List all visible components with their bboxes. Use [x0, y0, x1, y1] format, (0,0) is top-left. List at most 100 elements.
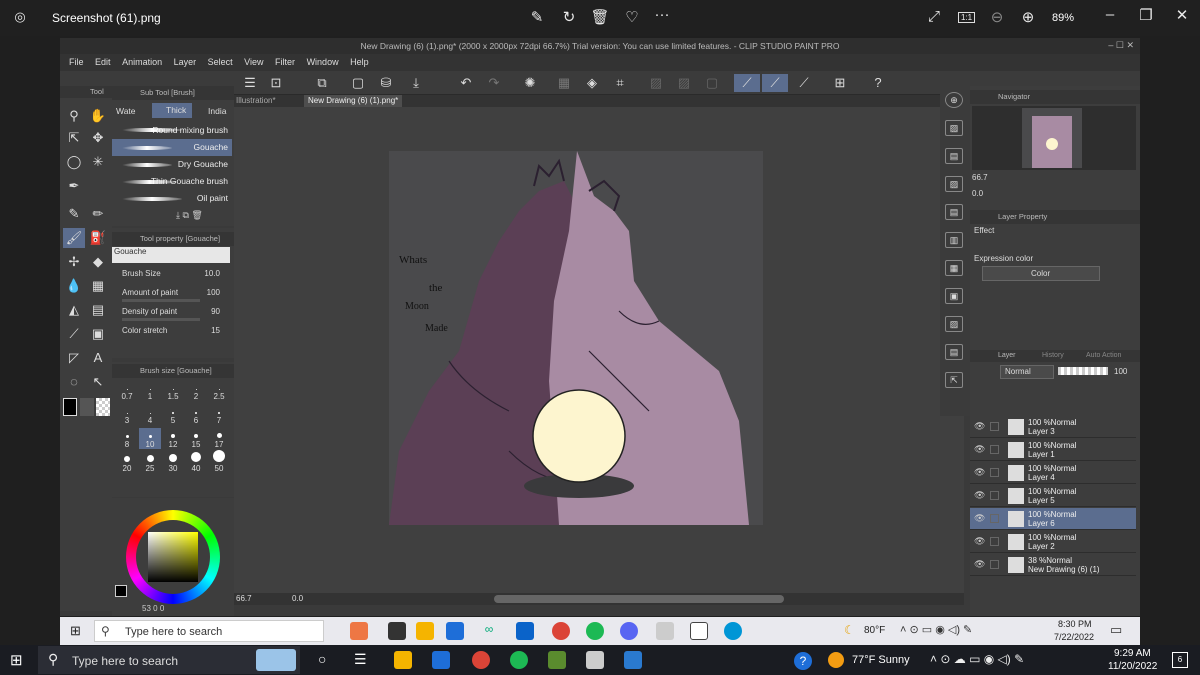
- inner-date[interactable]: 7/22/2022: [1054, 632, 1094, 642]
- fill-icon[interactable]: ◈: [582, 74, 602, 92]
- subtool-tab-thick[interactable]: Thick: [152, 103, 192, 118]
- layer-row[interactable]: 👁 100 %Normal Layer 3: [970, 416, 1136, 438]
- transform-icon[interactable]: ▦: [554, 74, 574, 92]
- lock-toggle[interactable]: [990, 514, 999, 523]
- eraser-tool-icon[interactable]: ◆: [87, 252, 109, 272]
- visibility-eye-icon[interactable]: 👁: [974, 536, 985, 547]
- lock-toggle[interactable]: [990, 445, 999, 454]
- brush-item[interactable]: Round mixing brush: [112, 122, 232, 139]
- lock-toggle[interactable]: [990, 491, 999, 500]
- brush-size-option[interactable]: 1.5: [162, 380, 184, 401]
- chrome-icon[interactable]: [552, 622, 570, 640]
- hp-icon[interactable]: [724, 622, 742, 640]
- export-icon[interactable]: ⇱: [945, 372, 963, 388]
- visibility-eye-icon[interactable]: 👁: [974, 421, 985, 432]
- brush-size-option[interactable]: 8: [116, 428, 138, 449]
- brush-size-option[interactable]: 7: [208, 404, 230, 425]
- snap-special-icon[interactable]: ⟋: [762, 74, 788, 92]
- color-history-icon[interactable]: ▤: [945, 344, 963, 360]
- approx-color-icon[interactable]: ▨: [945, 316, 963, 332]
- brush-item[interactable]: Thin Gouache brush: [112, 173, 232, 190]
- transparent-color-swatch[interactable]: [96, 398, 110, 416]
- layer-search-icon[interactable]: ▨: [945, 120, 963, 136]
- figure-tool-icon[interactable]: ⟋: [63, 324, 85, 344]
- settings-icon[interactable]: ⊞: [830, 74, 850, 92]
- pen-tool-icon[interactable]: ✎: [63, 204, 85, 224]
- fullscreen-icon[interactable]: ⤢: [922, 8, 946, 25]
- rotate-icon[interactable]: ↻: [557, 8, 581, 26]
- zoom-in-icon[interactable]: ⊕: [1016, 8, 1040, 26]
- tray-icons[interactable]: ˄ ⊙ ▭ ◉ ◁) ✎: [900, 623, 972, 636]
- prop-density-of-paint[interactable]: Density of paint 90: [122, 307, 232, 316]
- visibility-eye-icon[interactable]: 👁: [974, 490, 985, 501]
- expression-color-dropdown[interactable]: Color: [982, 266, 1100, 281]
- fill-bucket-icon[interactable]: ◭: [63, 300, 85, 320]
- layer-row[interactable]: 👁 100 %Normal Layer 2: [970, 531, 1136, 553]
- item-bank-icon[interactable]: ▨: [945, 176, 963, 192]
- brush-size-option[interactable]: 20: [116, 452, 138, 473]
- outer-date[interactable]: 11/20/2022: [1108, 661, 1157, 672]
- brush-size-option[interactable]: 0.7: [116, 380, 138, 401]
- zoom-out-icon[interactable]: ⊖: [985, 8, 1009, 26]
- menu-icon[interactable]: ☰: [240, 74, 260, 92]
- busy-icon[interactable]: ✺: [520, 74, 540, 92]
- maximize-icon[interactable]: ❐: [1134, 6, 1158, 24]
- subtool-tab-watercolor[interactable]: Wate: [116, 106, 136, 116]
- lasso-tool-icon[interactable]: ◯: [63, 152, 85, 172]
- brush-size-option[interactable]: 25: [139, 452, 161, 473]
- blend-tool-icon[interactable]: 💧: [63, 276, 85, 296]
- pencil-tool-icon[interactable]: ✏: [87, 204, 109, 224]
- operation-tool-icon[interactable]: ⇱: [63, 128, 85, 148]
- info-icon[interactable]: ▥: [945, 232, 963, 248]
- brush-size-option[interactable]: 2: [185, 380, 207, 401]
- opacity-value[interactable]: 100: [1114, 367, 1127, 376]
- brush-item[interactable]: Gouache: [112, 139, 232, 156]
- new-icon[interactable]: ⊡: [266, 74, 286, 92]
- store-icon[interactable]: [432, 651, 450, 669]
- actual-size-button[interactable]: 1:1: [958, 12, 976, 23]
- lock-toggle[interactable]: [990, 560, 999, 569]
- lock-toggle[interactable]: [990, 422, 999, 431]
- artwork-canvas[interactable]: Whats the Moon Made: [389, 151, 763, 525]
- magic-wand-icon[interactable]: ✳: [87, 152, 109, 172]
- minimize-icon[interactable]: –: [1098, 6, 1122, 23]
- hand-tool-icon[interactable]: ✋: [87, 106, 109, 126]
- favorite-heart-icon[interactable]: ♡: [620, 8, 644, 26]
- taskbar-app-icon[interactable]: [350, 622, 368, 640]
- inner-temp[interactable]: 80°F: [864, 625, 885, 636]
- taskbar-app-icon[interactable]: [656, 622, 674, 640]
- navigator-preview[interactable]: [972, 106, 1136, 170]
- tab-layer[interactable]: Layer: [998, 352, 1016, 359]
- taskbar-app-icon[interactable]: [388, 622, 406, 640]
- minecraft-icon[interactable]: [548, 651, 566, 669]
- layer-row[interactable]: 👁 100 %Normal Layer 6: [970, 508, 1136, 530]
- tab-new-drawing[interactable]: New Drawing (6) (1).png*: [304, 95, 403, 107]
- subtool-actions[interactable]: ⤓ ⧉ 🗑: [176, 210, 203, 221]
- saturation-value-square[interactable]: [148, 532, 198, 582]
- prop-amount-of-paint[interactable]: Amount of paint 100: [122, 288, 232, 297]
- layer-row[interactable]: 👁 100 %Normal Layer 1: [970, 439, 1136, 461]
- menu-edit[interactable]: Edit: [95, 54, 111, 71]
- fill-tool-icon[interactable]: ▦: [87, 276, 109, 296]
- nav-angle-value[interactable]: 0.0: [972, 189, 983, 198]
- inner-time[interactable]: 8:30 PM: [1058, 619, 1092, 629]
- frame-tool-icon[interactable]: ▣: [87, 324, 109, 344]
- help-icon[interactable]: ?: [794, 652, 812, 670]
- outer-weather[interactable]: 77°F Sunny: [852, 654, 910, 666]
- brush-item[interactable]: Oil paint: [112, 190, 232, 207]
- tray-icons[interactable]: ˄ ⊙ ☁ ▭ ◉ ◁) ✎: [930, 652, 1024, 666]
- visibility-eye-icon[interactable]: 👁: [974, 444, 985, 455]
- visibility-eye-icon[interactable]: 👁: [974, 559, 985, 570]
- close-icon[interactable]: ✕: [1170, 6, 1194, 24]
- correct-line-icon[interactable]: ↖: [87, 372, 109, 392]
- ruler-tool-icon[interactable]: ◸: [63, 348, 85, 368]
- sub-color-swatch[interactable]: [80, 398, 94, 416]
- roblox-icon[interactable]: [586, 651, 604, 669]
- gradient-tool-icon[interactable]: ▤: [87, 300, 109, 320]
- menu-window[interactable]: Window: [307, 54, 339, 71]
- snap-ruler-icon[interactable]: ⟋: [734, 74, 760, 92]
- notification-icon[interactable]: ▭: [1110, 622, 1122, 638]
- brush-size-option[interactable]: 10: [139, 428, 161, 449]
- brush-size-option[interactable]: 30: [162, 452, 184, 473]
- material-icon[interactable]: ▤: [945, 148, 963, 164]
